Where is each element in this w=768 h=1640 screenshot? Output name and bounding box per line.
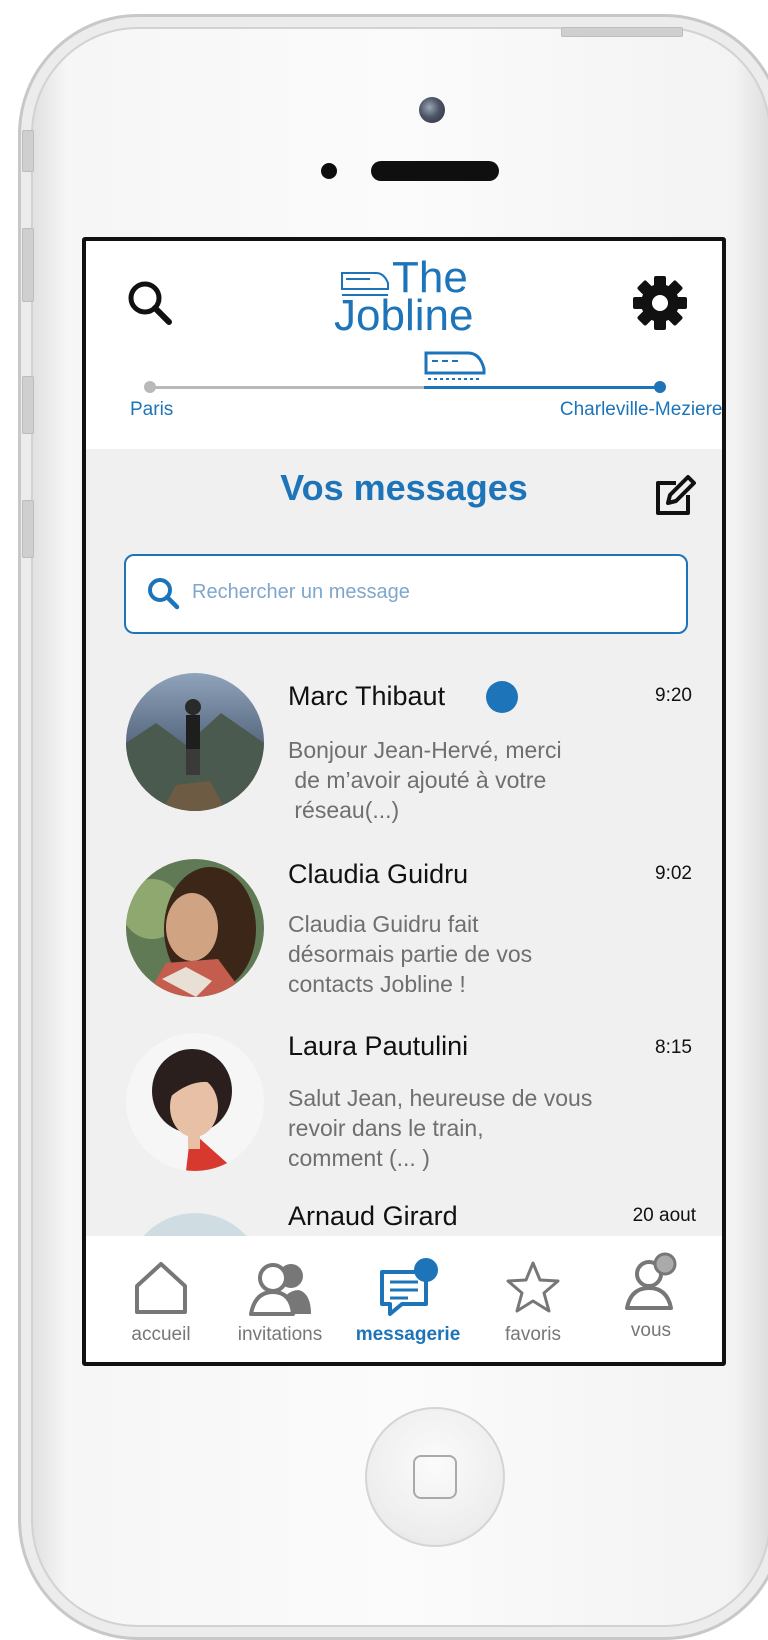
power-button [561,27,683,37]
top-bar: The Jobline Paris Charleville-Mezieres [86,241,722,449]
message-item[interactable]: Marc Thibaut 9:20 Bonjour Jean-Hervé, me… [86,663,722,833]
message-preview: Claudia Guidru fait désormais partie de … [288,909,648,999]
tab-messagerie[interactable]: messagerie [348,1236,468,1362]
preview-line: revoir dans le train, [288,1115,484,1141]
message-sender: Laura Pautulini [288,1031,469,1061]
tab-invitations[interactable]: invitations [218,1236,342,1362]
compose-icon[interactable] [650,473,698,521]
message-time: 20 aout [632,1205,696,1226]
message-sender: Arnaud Girard [288,1201,458,1231]
message-time: 9:02 [655,863,692,884]
message-preview: Salut Jean, heureuse de vous revoir dans… [288,1083,668,1173]
message-item[interactable]: Arnaud Girard 20 aout [86,1201,722,1236]
tab-vous[interactable]: vous [596,1236,706,1362]
avatar [126,673,264,811]
home-button[interactable] [365,1407,505,1547]
preview-line: Salut Jean, heureuse de vous [288,1085,593,1111]
page-title: Vos messages [280,467,528,508]
mute-switch [22,130,34,172]
front-camera [419,97,445,123]
volume-up-button [22,228,34,302]
preview-line: désormais partie de vos [288,941,533,967]
search-icon[interactable] [120,273,180,333]
home-button-square [413,1455,457,1499]
route-progress: Paris Charleville-Mezieres [124,351,722,445]
contacts-icon [247,1258,313,1318]
tab-label: vous [630,1320,672,1341]
preview-line: contacts Jobline ! [288,971,466,997]
message-preview: Bonjour Jean-Hervé, merci de m’avoir ajo… [288,735,648,825]
tab-label: favoris [505,1324,561,1345]
avatar [126,859,264,997]
train-icon [424,349,486,383]
user-icon [621,1252,681,1312]
preview-line: Bonjour Jean-Hervé, merci [288,737,562,763]
avatar [126,1033,264,1171]
route-start-dot [144,381,156,393]
message-time: 9:20 [655,685,692,706]
logo-text-jobline: Jobline [334,291,474,340]
preview-line: réseau(...) [288,797,400,823]
side-button [22,500,34,558]
route-line-remaining [424,386,660,389]
message-time: 8:15 [655,1037,692,1058]
earpiece-speaker [371,161,499,181]
preview-line: comment (... ) [288,1145,430,1171]
star-icon [503,1258,563,1318]
message-item[interactable]: Claudia Guidru 9:02 Claudia Guidru fait … [86,849,722,1019]
search-field-icon [146,576,180,610]
route-origin: Paris [130,399,174,420]
home-icon [131,1258,191,1318]
route-destination: Charleville-Mezieres [559,399,726,420]
proximity-sensor [321,163,337,179]
avatar [126,1213,264,1236]
tab-favoris[interactable]: favoris [478,1236,588,1362]
chat-icon [378,1258,438,1318]
message-sender: Claudia Guidru [288,859,469,889]
volume-down-button [22,376,34,434]
route-line-travelled [148,386,430,389]
gear-icon[interactable] [628,271,692,335]
app-logo: The Jobline [334,255,474,339]
tab-bar: accueil invitations messagerie favoris v… [86,1236,722,1362]
message-item[interactable]: Laura Pautulini 8:15 Salut Jean, heureus… [86,1023,722,1193]
tab-accueil[interactable]: accueil [106,1236,216,1362]
search-input[interactable]: Rechercher un message [124,554,688,634]
search-placeholder: Rechercher un message [192,581,410,603]
preview-line: Claudia Guidru fait [288,911,479,937]
tab-label: accueil [131,1324,191,1345]
tab-label: messagerie [355,1324,461,1345]
message-sender: Marc Thibaut [288,681,446,711]
app-screen: The Jobline Paris Charleville-Mezieres V… [82,237,726,1366]
route-end-dot [654,381,666,393]
tab-label: invitations [237,1324,323,1345]
unread-indicator [486,681,518,713]
preview-line: de m’avoir ajouté à votre [288,767,547,793]
